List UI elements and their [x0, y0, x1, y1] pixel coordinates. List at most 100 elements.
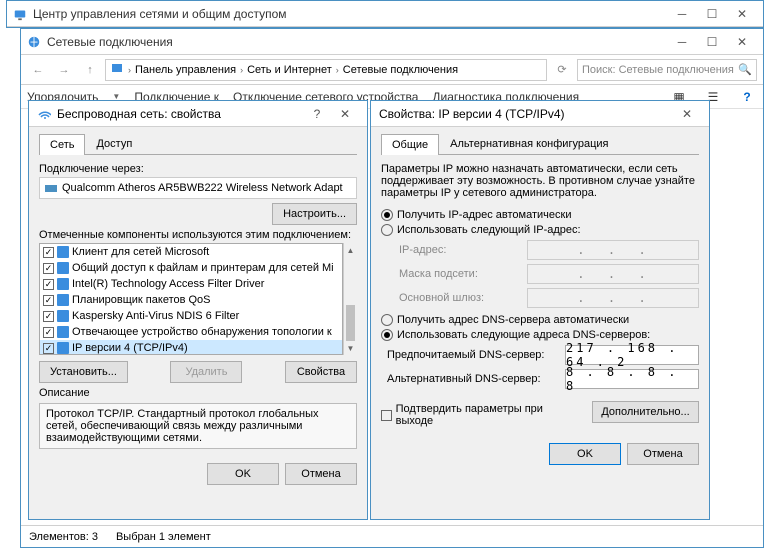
checkbox[interactable]: ✓ [43, 279, 54, 290]
checkbox-icon [381, 410, 392, 421]
scrollbar[interactable]: ▲ ▼ [343, 243, 357, 355]
ok-button[interactable]: OK [549, 443, 621, 465]
tabs: Общие Альтернативная конфигурация [381, 133, 699, 155]
dns-preferred-field[interactable]: 217 . 168 . 64 . 2 [565, 345, 699, 365]
description-text: Параметры IP можно назначать автоматичес… [381, 163, 699, 199]
dialog-titlebar: Беспроводная сеть: свойства ? ✕ [29, 101, 367, 127]
help-button[interactable]: ? [737, 87, 757, 107]
subnet-mask-field: . . . [527, 264, 699, 284]
components-list[interactable]: ✓Клиент для сетей Microsoft ✓Общий досту… [39, 243, 343, 355]
breadcrumb[interactable]: › Панель управления › Сеть и Интернет › … [105, 59, 547, 81]
component-icon [57, 310, 69, 322]
dialog-titlebar: Свойства: IP версии 4 (TCP/IPv4) ✕ [371, 101, 709, 127]
list-item[interactable]: ✓IP версии 4 (TCP/IPv4) [40, 340, 342, 355]
radio-ip-manual[interactable]: Использовать следующий IP-адрес: [381, 224, 699, 236]
radio-icon [381, 329, 393, 341]
network-icon [13, 7, 27, 21]
up-button[interactable]: ↑ [79, 59, 101, 81]
components-label: Отмеченные компоненты используются этим … [39, 229, 357, 241]
radio-dns-auto[interactable]: Получить адрес DNS-сервера автоматически [381, 314, 699, 326]
close-button[interactable]: ✕ [727, 4, 757, 24]
component-icon [57, 326, 69, 338]
properties-button[interactable]: Свойства [285, 361, 357, 383]
maximize-button[interactable]: ☐ [697, 4, 727, 24]
checkbox[interactable]: ✓ [43, 327, 54, 338]
checkbox[interactable]: ✓ [43, 311, 54, 322]
remove-button[interactable]: Удалить [170, 361, 242, 383]
status-bar: Элементов: 3 Выбран 1 элемент [21, 525, 763, 547]
list-item[interactable]: ✓Intel(R) Technology Access Filter Drive… [40, 276, 342, 292]
tab-alternate[interactable]: Альтернативная конфигурация [439, 133, 619, 154]
refresh-button[interactable]: ⟳ [551, 59, 573, 81]
gateway-field: . . . [527, 288, 699, 308]
install-button[interactable]: Установить... [39, 361, 128, 383]
component-icon [57, 278, 69, 290]
cancel-button[interactable]: Отмена [627, 443, 699, 465]
list-item[interactable]: ✓Клиент для сетей Microsoft [40, 244, 342, 260]
window-network-center: Центр управления сетями и общим доступом… [6, 0, 764, 28]
titlebar-main: Центр управления сетями и общим доступом… [7, 1, 763, 27]
tab-access[interactable]: Доступ [85, 133, 143, 154]
confirm-on-exit-checkbox[interactable]: Подтвердить параметры при выходе [381, 403, 576, 427]
window-title: Сетевые подключения [47, 35, 667, 49]
breadcrumb-item[interactable]: Панель управления [135, 64, 236, 76]
status-selected: Выбран 1 элемент [116, 531, 211, 543]
breadcrumb-item[interactable]: Сеть и Интернет [247, 64, 332, 76]
component-icon [57, 294, 69, 306]
breadcrumb-item[interactable]: Сетевые подключения [343, 64, 458, 76]
scroll-thumb[interactable] [346, 305, 355, 341]
help-button[interactable]: ? [303, 104, 331, 124]
list-item[interactable]: ✓Планировщик пакетов QoS [40, 292, 342, 308]
back-button[interactable]: ← [27, 59, 49, 81]
minimize-button[interactable]: ─ [667, 32, 697, 52]
ip-address-field: . . . [527, 240, 699, 260]
dialog-title: Беспроводная сеть: свойства [57, 107, 303, 121]
radio-icon [381, 209, 393, 221]
description-text: Протокол TCP/IP. Стандартный протокол гл… [39, 403, 357, 449]
network-icon [27, 35, 41, 49]
dns-preferred-label: Предпочитаемый DNS-сервер: [387, 349, 557, 361]
scroll-up-icon[interactable]: ▲ [344, 243, 357, 257]
breadcrumb-icon [110, 61, 124, 78]
close-button[interactable]: ✕ [331, 104, 359, 124]
radio-ip-auto[interactable]: Получить IP-адрес автоматически [381, 209, 699, 221]
checkbox[interactable]: ✓ [43, 295, 54, 306]
checkbox[interactable]: ✓ [43, 263, 54, 274]
component-icon [57, 246, 69, 258]
checkbox[interactable]: ✓ [43, 343, 54, 354]
forward-button[interactable]: → [53, 59, 75, 81]
list-item[interactable]: ✓Kaspersky Anti-Virus NDIS 6 Filter [40, 308, 342, 324]
minimize-button[interactable]: ─ [667, 4, 697, 24]
checkbox[interactable]: ✓ [43, 247, 54, 258]
titlebar-conn: Сетевые подключения ─ ☐ ✕ [21, 29, 763, 55]
dialog-title: Свойства: IP версии 4 (TCP/IPv4) [379, 107, 673, 121]
cancel-button[interactable]: Отмена [285, 463, 357, 485]
dns-alternate-field[interactable]: 8 . 8 . 8 . 8 [565, 369, 699, 389]
chevron-right-icon: › [336, 65, 339, 75]
radio-dns-manual[interactable]: Использовать следующие адреса DNS-сервер… [381, 329, 699, 341]
close-button[interactable]: ✕ [673, 104, 701, 124]
ok-button[interactable]: OK [207, 463, 279, 485]
chevron-right-icon: › [240, 65, 243, 75]
close-button[interactable]: ✕ [727, 32, 757, 52]
description-title: Описание [39, 387, 357, 399]
scroll-down-icon[interactable]: ▼ [344, 341, 357, 355]
window-title: Центр управления сетями и общим доступом [33, 7, 667, 21]
maximize-button[interactable]: ☐ [697, 32, 727, 52]
tab-network[interactable]: Сеть [39, 134, 85, 155]
search-input[interactable]: Поиск: Сетевые подключения 🔍 [577, 59, 757, 81]
configure-button[interactable]: Настроить... [272, 203, 357, 225]
advanced-button[interactable]: Дополнительно... [592, 401, 699, 423]
chevron-right-icon: › [128, 65, 131, 75]
subnet-mask-label: Маска подсети: [399, 268, 519, 280]
radio-icon [381, 314, 393, 326]
tabs: Сеть Доступ [39, 133, 357, 155]
list-item[interactable]: ✓Отвечающее устройство обнаружения топол… [40, 324, 342, 340]
list-item[interactable]: ✓Общий доступ к файлам и принтерам для с… [40, 260, 342, 276]
adapter-field: Qualcomm Atheros AR5BWB222 Wireless Netw… [39, 177, 357, 199]
ip-address-label: IP-адрес: [399, 244, 519, 256]
gateway-label: Основной шлюз: [399, 292, 519, 304]
tab-general[interactable]: Общие [381, 134, 439, 155]
component-icon [57, 342, 69, 354]
dialog-adapter-properties: Беспроводная сеть: свойства ? ✕ Сеть Дос… [28, 100, 368, 520]
